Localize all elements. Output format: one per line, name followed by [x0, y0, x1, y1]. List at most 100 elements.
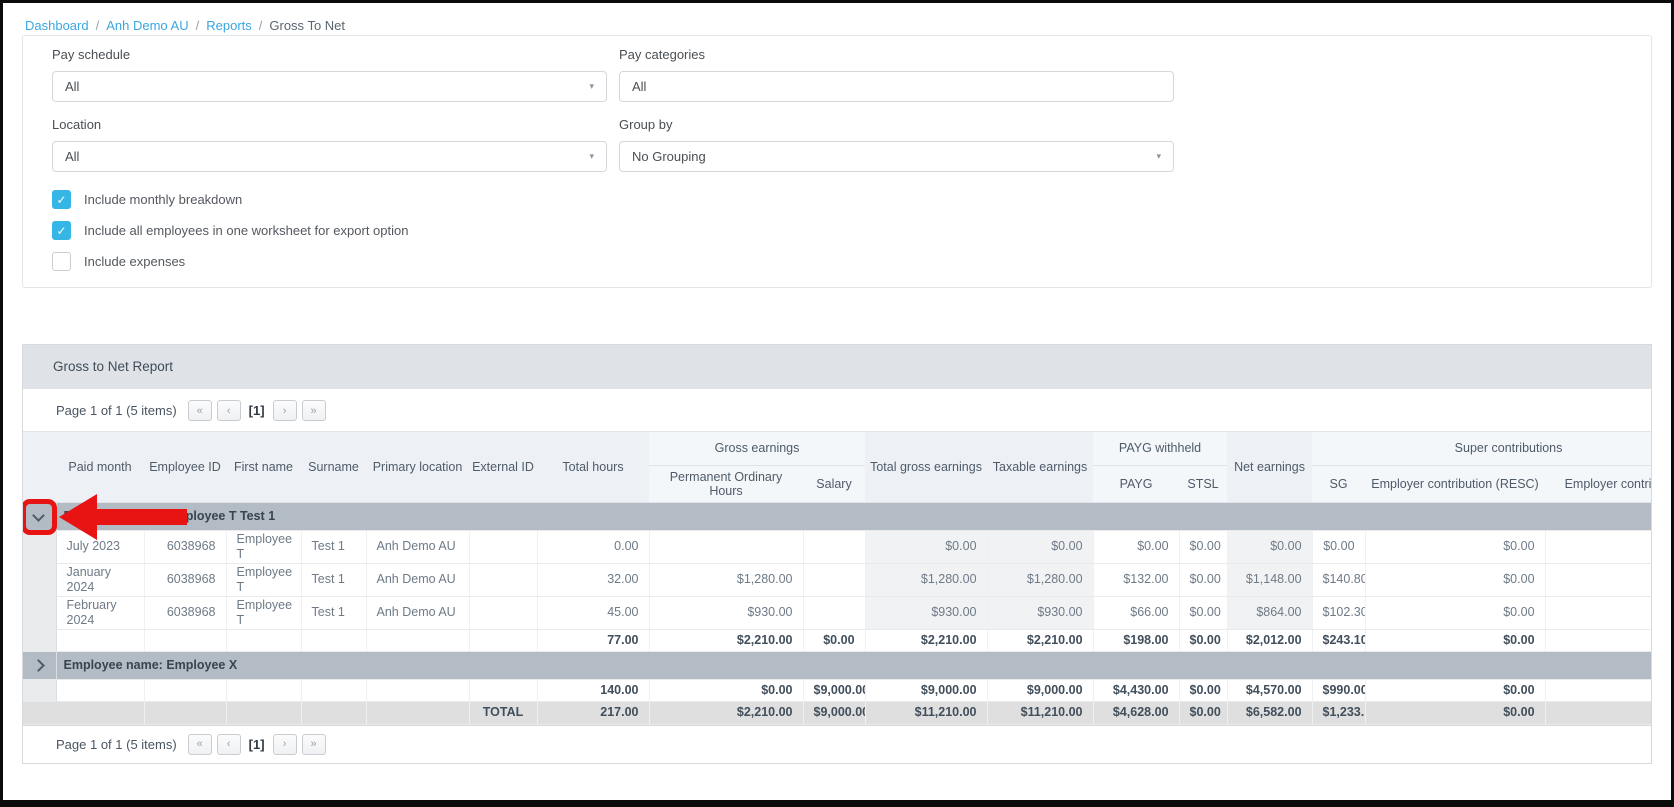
cell-primary_location — [366, 629, 469, 651]
cell-first_name: Employee T — [226, 563, 301, 596]
checkbox-include-all-employees-in-one-worksheet-for-export-option[interactable]: ✓ — [52, 221, 71, 240]
checkbox-label: Include monthly breakdown — [84, 192, 242, 207]
expander-cell — [23, 502, 56, 530]
cell-perm_ordinary_hours: $2,210.00 — [649, 701, 803, 724]
pagination-prev-button[interactable]: ‹ — [217, 734, 241, 755]
chevron-down-icon: ▾ — [1156, 151, 1161, 162]
breadcrumb-link-dashboard[interactable]: Dashboard — [25, 18, 89, 33]
cell-sg: $140.80 — [1312, 563, 1365, 596]
cell-employee_id — [144, 629, 226, 651]
cell-taxable: $2,210.00 — [987, 629, 1093, 651]
pay-schedule-select[interactable]: All ▾ — [52, 71, 607, 102]
expander-cell — [23, 530, 56, 563]
cell-employee_id: 6038968 — [144, 530, 226, 563]
checkbox-row-include-expenses: Include expenses — [52, 252, 1622, 271]
cell-net_earnings: $864.00 — [1227, 596, 1312, 629]
cell-payg: $198.00 — [1093, 629, 1179, 651]
cell-external_id — [469, 629, 537, 651]
location-field: Location All ▾ — [52, 117, 607, 172]
pay-categories-input[interactable]: All — [619, 71, 1174, 102]
cell-perm_ordinary_hours: $1,280.00 — [649, 563, 803, 596]
cell-sg: $990.00 — [1312, 679, 1365, 701]
checkbox-label: Include expenses — [84, 254, 185, 269]
checkbox-row-include-all-employees-in-one-worksheet-for-export-option: ✓ Include all employees in one worksheet… — [52, 221, 1622, 240]
cell-surname — [301, 701, 366, 724]
location-select[interactable]: All ▾ — [52, 141, 607, 172]
cell-perm_ordinary_hours: $930.00 — [649, 596, 803, 629]
cell-payg: $132.00 — [1093, 563, 1179, 596]
cell-surname — [301, 679, 366, 701]
cell-employer_contribution — [1545, 530, 1651, 563]
cell-perm_ordinary_hours: $2,210.00 — [649, 629, 803, 651]
cell-primary_location: Anh Demo AU — [366, 563, 469, 596]
group-row-label: Employee name: Employee T Test 1 — [56, 502, 1651, 530]
pagination-info: Page 1 of 1 (5 items) — [56, 403, 177, 418]
pay-categories-label: Pay categories — [619, 47, 1174, 62]
cell-paid_month — [56, 701, 144, 724]
pagination-first-button[interactable]: « — [188, 400, 212, 421]
data-row: July 20236038968Employee TTest 1Anh Demo… — [23, 530, 1651, 563]
pagination-first-button[interactable]: « — [188, 734, 212, 755]
app-window: Dashboard/Anh Demo AU/Reports/Gross To N… — [0, 0, 1674, 807]
column-header-payg: PAYG — [1093, 465, 1179, 502]
cell-payg: $4,628.00 — [1093, 701, 1179, 724]
pagination-last-button[interactable]: » — [302, 734, 326, 755]
report-grid-viewport: Paid monthEmployee IDFirst nameSurnamePr… — [23, 432, 1651, 725]
pagination-top: Page 1 of 1 (5 items) « ‹ [1] › » — [23, 389, 1651, 432]
pay-categories-value: All — [632, 79, 646, 94]
cell-taxable: $11,210.00 — [987, 701, 1093, 724]
cell-salary: $9,000.00 — [803, 701, 865, 724]
column-header-total_hours: Total hours — [537, 432, 649, 502]
cell-payg: $0.00 — [1093, 530, 1179, 563]
cell-net_earnings: $0.00 — [1227, 530, 1312, 563]
checkbox-label: Include all employees in one worksheet f… — [84, 223, 408, 238]
cell-total_gross: $0.00 — [865, 530, 987, 563]
location-label: Location — [52, 117, 607, 132]
cell-employer_contribution — [1545, 629, 1651, 651]
cell-total_hours: 0.00 — [537, 530, 649, 563]
gross-to-net-table: Paid monthEmployee IDFirst nameSurnamePr… — [23, 432, 1651, 725]
cell-first_name: Employee T — [226, 530, 301, 563]
cell-first_name — [226, 701, 301, 724]
column-header-stsl: STSL — [1179, 465, 1227, 502]
cell-stsl: $0.00 — [1179, 629, 1227, 651]
cell-sg: $1,233.10 — [1312, 701, 1365, 724]
column-header-employer_contribution: Employer contribution — [1545, 465, 1651, 502]
column-header-resc: Employer contribution (RESC) — [1365, 465, 1545, 502]
group-by-value: No Grouping — [632, 149, 706, 164]
column-header-sg: SG — [1312, 465, 1365, 502]
pagination-current-page: [1] — [249, 737, 265, 752]
expand-chevron-icon[interactable] — [32, 659, 45, 672]
checkbox-include-expenses[interactable] — [52, 252, 71, 271]
breadcrumb-separator: / — [96, 18, 100, 33]
pay-schedule-label: Pay schedule — [52, 47, 607, 62]
pagination-next-button[interactable]: › — [273, 400, 297, 421]
cell-sg: $0.00 — [1312, 530, 1365, 563]
collapse-chevron-icon[interactable] — [32, 509, 45, 522]
pagination-last-button[interactable]: » — [302, 400, 326, 421]
breadcrumb-separator: / — [196, 18, 200, 33]
group-row: Employee name: Employee T Test 1 — [23, 502, 1651, 530]
filter-panel: Pay schedule All ▾ Pay categories All Lo… — [22, 35, 1652, 288]
checkbox-include-monthly-breakdown[interactable]: ✓ — [52, 190, 71, 209]
breadcrumb-link-company[interactable]: Anh Demo AU — [106, 18, 188, 33]
cell-salary — [803, 596, 865, 629]
cell-surname: Test 1 — [301, 596, 366, 629]
cell-primary_location: Anh Demo AU — [366, 530, 469, 563]
pagination-next-button[interactable]: › — [273, 734, 297, 755]
cell-stsl: $0.00 — [1179, 701, 1227, 724]
group-row: Employee name: Employee X — [23, 651, 1651, 679]
breadcrumb-link-reports[interactable]: Reports — [206, 18, 252, 33]
expander-cell — [23, 679, 56, 701]
cell-sg: $102.30 — [1312, 596, 1365, 629]
group-by-label: Group by — [619, 117, 1174, 132]
group-by-select[interactable]: No Grouping ▾ — [619, 141, 1174, 172]
column-header-first_name: First name — [226, 432, 301, 502]
cell-stsl: $0.00 — [1179, 679, 1227, 701]
cell-resc: $0.00 — [1365, 563, 1545, 596]
cell-total_hours: 32.00 — [537, 563, 649, 596]
pagination-prev-button[interactable]: ‹ — [217, 400, 241, 421]
cell-resc: $0.00 — [1365, 530, 1545, 563]
cell-surname: Test 1 — [301, 530, 366, 563]
breadcrumb-separator: / — [259, 18, 263, 33]
